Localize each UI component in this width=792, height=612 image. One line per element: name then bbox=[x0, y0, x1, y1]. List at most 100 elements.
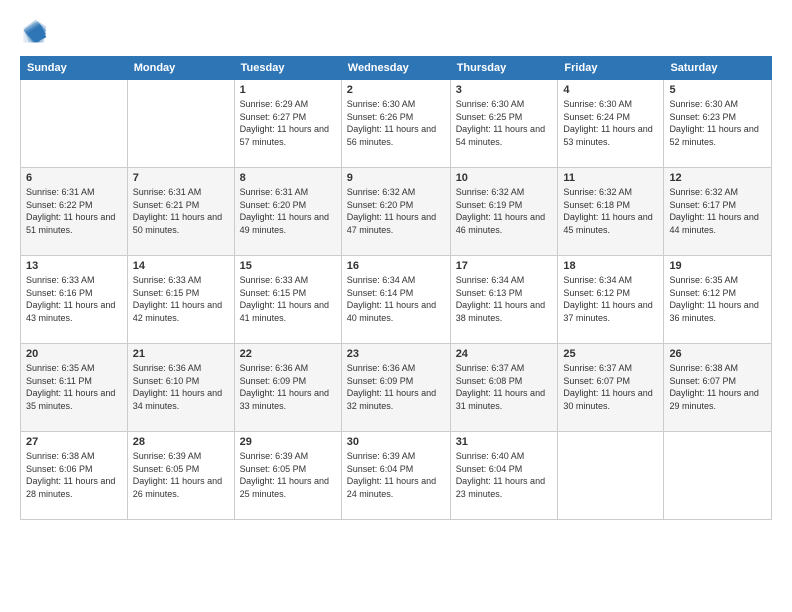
week-row-1: 1 Sunrise: 6:29 AM Sunset: 6:27 PM Daylig… bbox=[21, 80, 772, 168]
day-info: Sunrise: 6:34 AM Sunset: 6:13 PM Dayligh… bbox=[456, 274, 553, 324]
day-info: Sunrise: 6:30 AM Sunset: 6:24 PM Dayligh… bbox=[563, 98, 658, 148]
calendar-cell: 26Sunrise: 6:38 AM Sunset: 6:07 PM Dayli… bbox=[664, 344, 772, 432]
calendar-cell: 13 Sunrise: 6:33 AM Sunset: 6:16 PM Dayli… bbox=[21, 256, 128, 344]
day-number: 6 bbox=[26, 172, 122, 184]
day-info: Sunrise: 6:32 AM Sunset: 6:20 PM Dayligh… bbox=[347, 186, 445, 236]
calendar-cell: 21 Sunrise: 6:36 AM Sunset: 6:10 PM Dayli… bbox=[127, 344, 234, 432]
calendar-cell: 12 Sunrise: 6:32 AM Sunset: 6:17 PM Dayli… bbox=[664, 168, 772, 256]
day-info: Sunrise: 6:34 AM Sunset: 6:14 PM Dayligh… bbox=[347, 274, 445, 324]
day-number: 28 bbox=[133, 436, 229, 448]
calendar-cell: 20 Sunrise: 6:35 AM Sunset: 6:11 PM Dayli… bbox=[21, 344, 128, 432]
calendar-cell: 2 Sunrise: 6:30 AM Sunset: 6:26 PM Daylig… bbox=[341, 80, 450, 168]
calendar-cell: 5 Sunrise: 6:30 AM Sunset: 6:23 PM Daylig… bbox=[664, 80, 772, 168]
calendar-cell: 30Sunrise: 6:39 AM Sunset: 6:04 PM Dayli… bbox=[341, 432, 450, 520]
day-info: Sunrise: 6:38 AM Sunset: 6:06 PM Dayligh… bbox=[26, 450, 122, 500]
day-info: Sunrise: 6:39 AM Sunset: 6:05 PM Dayligh… bbox=[240, 450, 336, 500]
calendar-cell: 3 Sunrise: 6:30 AM Sunset: 6:25 PM Daylig… bbox=[450, 80, 558, 168]
day-number: 24 bbox=[456, 348, 553, 360]
day-info: Sunrise: 6:30 AM Sunset: 6:23 PM Dayligh… bbox=[669, 98, 766, 148]
calendar-cell: 27 Sunrise: 6:38 AM Sunset: 6:06 PM Dayli… bbox=[21, 432, 128, 520]
day-number: 27 bbox=[26, 436, 122, 448]
calendar-cell: 8 Sunrise: 6:31 AM Sunset: 6:20 PM Daylig… bbox=[234, 168, 341, 256]
day-info: Sunrise: 6:30 AM Sunset: 6:26 PM Dayligh… bbox=[347, 98, 445, 148]
calendar-cell: 16 Sunrise: 6:34 AM Sunset: 6:14 PM Dayli… bbox=[341, 256, 450, 344]
calendar-cell: 24 Sunrise: 6:37 AM Sunset: 6:08 PM Dayli… bbox=[450, 344, 558, 432]
day-number: 14 bbox=[133, 260, 229, 272]
day-info: Sunrise: 6:37 AM Sunset: 6:08 PM Dayligh… bbox=[456, 362, 553, 412]
day-number: 10 bbox=[456, 172, 553, 184]
day-info: Sunrise: 6:35 AM Sunset: 6:11 PM Dayligh… bbox=[26, 362, 122, 412]
day-number: 9 bbox=[347, 172, 445, 184]
page: SundayMondayTuesdayWednesdayThursdayFrid… bbox=[0, 0, 792, 612]
calendar-cell: 25 Sunrise: 6:37 AM Sunset: 6:07 PM Dayli… bbox=[558, 344, 664, 432]
day-info: Sunrise: 6:37 AM Sunset: 6:07 PM Dayligh… bbox=[563, 362, 658, 412]
day-number: 16 bbox=[347, 260, 445, 272]
calendar-cell: 15 Sunrise: 6:33 AM Sunset: 6:15 PM Dayli… bbox=[234, 256, 341, 344]
calendar-cell: 29Sunrise: 6:39 AM Sunset: 6:05 PM Dayli… bbox=[234, 432, 341, 520]
day-info: Sunrise: 6:34 AM Sunset: 6:12 PM Dayligh… bbox=[563, 274, 658, 324]
day-info: Sunrise: 6:35 AM Sunset: 6:12 PM Dayligh… bbox=[669, 274, 766, 324]
day-number: 4 bbox=[563, 84, 658, 96]
day-info: Sunrise: 6:29 AM Sunset: 6:27 PM Dayligh… bbox=[240, 98, 336, 148]
day-info: Sunrise: 6:32 AM Sunset: 6:18 PM Dayligh… bbox=[563, 186, 658, 236]
calendar-cell: 1 Sunrise: 6:29 AM Sunset: 6:27 PM Daylig… bbox=[234, 80, 341, 168]
calendar-cell: 11Sunrise: 6:32 AM Sunset: 6:18 PM Dayli… bbox=[558, 168, 664, 256]
weekday-friday: Friday bbox=[558, 57, 664, 80]
day-number: 31 bbox=[456, 436, 553, 448]
day-number: 26 bbox=[669, 348, 766, 360]
day-number: 2 bbox=[347, 84, 445, 96]
day-number: 8 bbox=[240, 172, 336, 184]
calendar-cell: 28 Sunrise: 6:39 AM Sunset: 6:05 PM Dayli… bbox=[127, 432, 234, 520]
day-info: Sunrise: 6:39 AM Sunset: 6:05 PM Dayligh… bbox=[133, 450, 229, 500]
day-number: 30 bbox=[347, 436, 445, 448]
calendar-cell: 14 Sunrise: 6:33 AM Sunset: 6:15 PM Dayli… bbox=[127, 256, 234, 344]
day-number: 3 bbox=[456, 84, 553, 96]
weekday-saturday: Saturday bbox=[664, 57, 772, 80]
day-number: 1 bbox=[240, 84, 336, 96]
day-number: 15 bbox=[240, 260, 336, 272]
day-number: 21 bbox=[133, 348, 229, 360]
logo-icon bbox=[20, 18, 48, 46]
week-row-5: 27 Sunrise: 6:38 AM Sunset: 6:06 PM Dayli… bbox=[21, 432, 772, 520]
day-info: Sunrise: 6:36 AM Sunset: 6:09 PM Dayligh… bbox=[240, 362, 336, 412]
week-row-2: 6 Sunrise: 6:31 AM Sunset: 6:22 PM Daylig… bbox=[21, 168, 772, 256]
day-number: 23 bbox=[347, 348, 445, 360]
day-info: Sunrise: 6:31 AM Sunset: 6:22 PM Dayligh… bbox=[26, 186, 122, 236]
calendar-cell: 22 Sunrise: 6:36 AM Sunset: 6:09 PM Dayli… bbox=[234, 344, 341, 432]
calendar-cell: 18 Sunrise: 6:34 AM Sunset: 6:12 PM Dayli… bbox=[558, 256, 664, 344]
day-info: Sunrise: 6:30 AM Sunset: 6:25 PM Dayligh… bbox=[456, 98, 553, 148]
calendar-cell: 6 Sunrise: 6:31 AM Sunset: 6:22 PM Daylig… bbox=[21, 168, 128, 256]
day-number: 12 bbox=[669, 172, 766, 184]
day-info: Sunrise: 6:33 AM Sunset: 6:15 PM Dayligh… bbox=[240, 274, 336, 324]
day-info: Sunrise: 6:33 AM Sunset: 6:16 PM Dayligh… bbox=[26, 274, 122, 324]
calendar-cell: 7 Sunrise: 6:31 AM Sunset: 6:21 PM Daylig… bbox=[127, 168, 234, 256]
calendar-cell: 9 Sunrise: 6:32 AM Sunset: 6:20 PM Daylig… bbox=[341, 168, 450, 256]
week-row-4: 20 Sunrise: 6:35 AM Sunset: 6:11 PM Dayli… bbox=[21, 344, 772, 432]
day-info: Sunrise: 6:36 AM Sunset: 6:10 PM Dayligh… bbox=[133, 362, 229, 412]
day-info: Sunrise: 6:31 AM Sunset: 6:21 PM Dayligh… bbox=[133, 186, 229, 236]
day-info: Sunrise: 6:32 AM Sunset: 6:17 PM Dayligh… bbox=[669, 186, 766, 236]
day-number: 17 bbox=[456, 260, 553, 272]
calendar-cell: 19Sunrise: 6:35 AM Sunset: 6:12 PM Dayli… bbox=[664, 256, 772, 344]
day-info: Sunrise: 6:33 AM Sunset: 6:15 PM Dayligh… bbox=[133, 274, 229, 324]
day-number: 22 bbox=[240, 348, 336, 360]
day-number: 5 bbox=[669, 84, 766, 96]
day-number: 20 bbox=[26, 348, 122, 360]
day-number: 18 bbox=[563, 260, 658, 272]
day-info: Sunrise: 6:31 AM Sunset: 6:20 PM Dayligh… bbox=[240, 186, 336, 236]
calendar-table: SundayMondayTuesdayWednesdayThursdayFrid… bbox=[20, 56, 772, 520]
calendar-cell bbox=[558, 432, 664, 520]
week-row-3: 13 Sunrise: 6:33 AM Sunset: 6:16 PM Dayli… bbox=[21, 256, 772, 344]
weekday-wednesday: Wednesday bbox=[341, 57, 450, 80]
calendar-cell bbox=[21, 80, 128, 168]
calendar-cell bbox=[127, 80, 234, 168]
weekday-sunday: Sunday bbox=[21, 57, 128, 80]
day-number: 7 bbox=[133, 172, 229, 184]
day-number: 25 bbox=[563, 348, 658, 360]
calendar-cell: 17 Sunrise: 6:34 AM Sunset: 6:13 PM Dayli… bbox=[450, 256, 558, 344]
weekday-header-row: SundayMondayTuesdayWednesdayThursdayFrid… bbox=[21, 57, 772, 80]
calendar-cell: 4 Sunrise: 6:30 AM Sunset: 6:24 PM Daylig… bbox=[558, 80, 664, 168]
day-number: 13 bbox=[26, 260, 122, 272]
calendar-cell: 23Sunrise: 6:36 AM Sunset: 6:09 PM Dayli… bbox=[341, 344, 450, 432]
weekday-tuesday: Tuesday bbox=[234, 57, 341, 80]
